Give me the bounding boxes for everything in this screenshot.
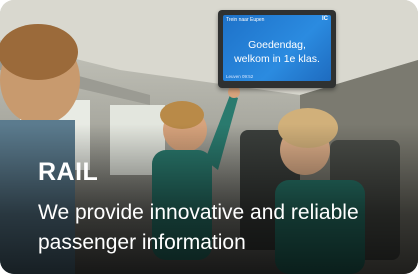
display-greeting: Goedendag,	[248, 39, 306, 51]
display-bottom-bar: Leuven 09:52	[226, 74, 254, 79]
display-welcome: welkom in 1e klas.	[234, 53, 320, 65]
display-logo: IC	[322, 16, 328, 22]
card-title: RAIL	[38, 158, 99, 186]
card-description: We provide innovative and reliable passe…	[38, 201, 359, 254]
display-screen: Trein naar Eupen IC Goedendag, welkom in…	[223, 15, 331, 81]
rail-card[interactable]: Trein naar Eupen IC Goedendag, welkom in…	[0, 0, 418, 274]
display-top-bar: Trein naar Eupen	[226, 17, 265, 23]
passenger-info-display: Trein naar Eupen IC Goedendag, welkom in…	[218, 10, 336, 88]
